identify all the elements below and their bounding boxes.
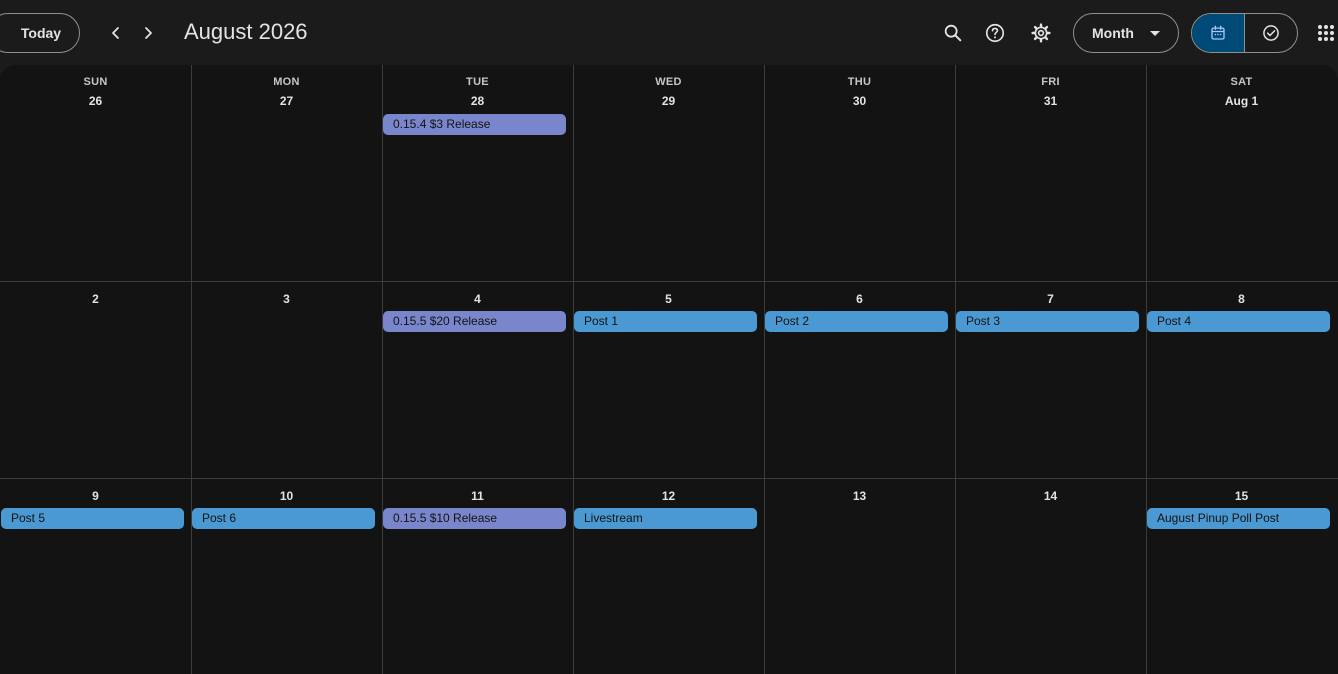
day-number[interactable]: 6 [764, 292, 955, 306]
today-button[interactable]: Today [0, 13, 80, 53]
day-number[interactable]: 2 [0, 292, 191, 306]
apps-grid-icon [1318, 25, 1334, 41]
column-divider [382, 65, 383, 674]
day-number[interactable]: 7 [955, 292, 1146, 306]
help-button[interactable] [977, 15, 1013, 51]
calendar-icon [1211, 25, 1225, 40]
search-icon [944, 24, 962, 42]
caret-down-icon [1150, 31, 1160, 36]
month-title: August 2026 [184, 19, 308, 44]
settings-button[interactable] [1023, 15, 1059, 51]
calendar-event[interactable]: 0.15.5 $10 Release [383, 508, 566, 529]
gear-icon [1031, 23, 1051, 43]
day-number[interactable]: 29 [573, 94, 764, 108]
tasks-view-toggle[interactable] [1245, 14, 1297, 52]
column-divider [1146, 65, 1147, 674]
chevron-left-icon [112, 27, 119, 39]
calendar-event[interactable]: Livestream [574, 508, 757, 529]
weekday-header: WED [655, 76, 682, 88]
calendar-view-toggle[interactable] [1192, 14, 1245, 52]
chevron-right-icon [145, 27, 152, 39]
calendar-event[interactable]: Post 6 [192, 508, 375, 529]
next-month-button[interactable] [132, 17, 164, 49]
day-number[interactable]: 4 [382, 292, 573, 306]
column-divider [764, 65, 765, 674]
calendar-event[interactable]: Post 4 [1147, 311, 1330, 332]
day-number[interactable]: 27 [191, 94, 382, 108]
day-number[interactable]: 15 [1146, 489, 1337, 503]
day-number[interactable]: 8 [1146, 292, 1337, 306]
day-number[interactable]: 14 [955, 489, 1146, 503]
day-number[interactable]: 28 [382, 94, 573, 108]
weekday-header: THU [847, 76, 872, 88]
weekday-header: SAT [1230, 76, 1253, 88]
calendar-event[interactable]: Post 3 [956, 311, 1139, 332]
calendar-tasks-toggle [1191, 13, 1298, 53]
calendar-event[interactable]: 0.15.5 $20 Release [383, 311, 566, 332]
weekday-header: TUE [466, 76, 489, 88]
column-divider [955, 65, 956, 674]
day-number[interactable]: 5 [573, 292, 764, 306]
previous-month-button[interactable] [100, 17, 132, 49]
view-selector-label: Month [1092, 25, 1134, 41]
calendar-event[interactable]: Post 5 [1, 508, 184, 529]
calendar-event[interactable]: Post 1 [574, 311, 757, 332]
day-number[interactable]: 26 [0, 94, 191, 108]
day-number[interactable]: Aug 1 [1146, 94, 1337, 108]
calendar-event[interactable]: August Pinup Poll Post [1147, 508, 1330, 529]
top-bar: Today August 2026 Month [0, 0, 1338, 65]
day-number[interactable]: 31 [955, 94, 1146, 108]
weekday-header: SUN [83, 76, 108, 88]
month-grid: SUN MON TUE WED THU FRI SAT 26 27 28 29 30 31 Aug 1 0.… [0, 65, 1338, 674]
view-selector[interactable]: Month [1073, 13, 1179, 53]
day-number[interactable]: 30 [764, 94, 955, 108]
weekday-header: FRI [1041, 76, 1060, 88]
day-number[interactable]: 10 [191, 489, 382, 503]
task-check-icon [1263, 25, 1279, 41]
day-number[interactable]: 11 [382, 489, 573, 503]
apps-button[interactable] [1310, 15, 1338, 51]
weekday-header: MON [273, 76, 300, 88]
row-divider [0, 478, 1338, 479]
row-divider [0, 281, 1338, 282]
day-number[interactable]: 12 [573, 489, 764, 503]
calendar-event[interactable]: Post 2 [765, 311, 948, 332]
column-divider [573, 65, 574, 674]
calendar-event[interactable]: 0.15.4 $3 Release [383, 114, 566, 135]
day-number[interactable]: 9 [0, 489, 191, 503]
help-icon [985, 23, 1005, 43]
column-divider [191, 65, 192, 674]
search-button[interactable] [935, 15, 971, 51]
day-number[interactable]: 13 [764, 489, 955, 503]
day-number[interactable]: 3 [191, 292, 382, 306]
